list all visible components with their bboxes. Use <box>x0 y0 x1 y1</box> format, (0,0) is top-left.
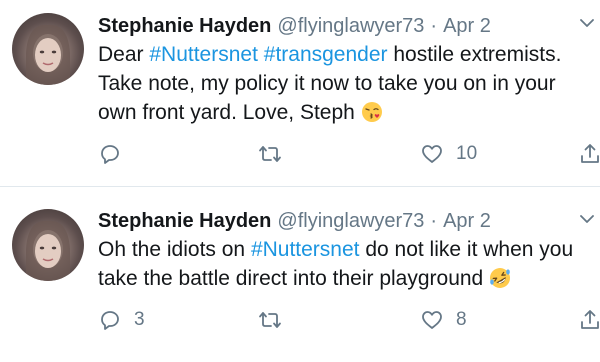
share-icon <box>581 310 599 329</box>
like-icon <box>422 145 442 163</box>
tweet-date[interactable]: Apr 2 <box>443 210 491 232</box>
retweet-button[interactable] <box>258 305 294 335</box>
face-blowing-kiss-emoji <box>361 102 382 122</box>
rolling-on-floor-laughing-emoji <box>490 268 511 288</box>
text-segment: Oh the idiots on <box>98 238 251 261</box>
tweet-actions: 3 8 <box>98 305 600 335</box>
author-handle[interactable]: @flyinglawyer73 <box>277 15 424 37</box>
tweet-header: Stephanie Hayden @flyinglawyer73 · Apr 2 <box>98 209 491 233</box>
text-segment: Take note, my policy it now to take you … <box>98 72 556 95</box>
like-count: 10 <box>456 143 478 164</box>
like-button[interactable]: 8 <box>420 305 467 335</box>
tweet-actions: 10 <box>98 139 600 169</box>
retweet-icon <box>259 146 281 162</box>
tweet-header: Stephanie Hayden @flyinglawyer73 · Apr 2 <box>98 14 491 38</box>
tweet-date[interactable]: Apr 2 <box>443 15 491 37</box>
caret-down-icon[interactable] <box>580 18 594 28</box>
reply-icon <box>101 145 119 164</box>
hashtag-link[interactable]: #transgender <box>264 43 388 66</box>
share-button[interactable] <box>578 139 600 169</box>
avatar[interactable] <box>12 209 84 281</box>
like-count: 8 <box>456 309 467 330</box>
author-name[interactable]: Stephanie Hayden <box>98 210 271 232</box>
text-segment: take the battle direct into their playgr… <box>98 267 484 290</box>
tweet-text-line: take the battle direct into their playgr… <box>98 264 598 293</box>
tweet-text: Oh the idiots on #Nuttersnet do not like… <box>98 235 598 293</box>
tweet[interactable]: Stephanie Hayden @flyinglawyer73 · Apr 2 Oh… <box>0 187 600 362</box>
tweet-text-line: Take note, my policy it now to take you … <box>98 69 598 98</box>
retweet-icon <box>259 312 281 328</box>
retweet-button[interactable] <box>258 139 294 169</box>
caret-down-icon[interactable] <box>580 214 594 224</box>
tweet-text-line: Dear #Nuttersnet #transgender hostile ex… <box>98 40 598 69</box>
author-name[interactable]: Stephanie Hayden <box>98 15 271 37</box>
tweet-text: Dear #Nuttersnet #transgender hostile ex… <box>98 40 598 127</box>
text-segment: Dear <box>98 43 150 66</box>
separator-dot: · <box>430 15 438 37</box>
share-button[interactable] <box>578 305 600 335</box>
text-segment: own front yard. Love, Steph <box>98 101 355 124</box>
reply-count: 3 <box>134 309 145 330</box>
like-icon <box>422 311 442 329</box>
reply-button[interactable] <box>98 139 134 169</box>
share-icon <box>581 144 599 163</box>
text-segment: hostile extremists. <box>387 43 562 66</box>
reply-button[interactable]: 3 <box>98 305 145 335</box>
separator-dot: · <box>430 210 438 232</box>
reply-icon <box>101 311 119 330</box>
text-segment: do not like it when you <box>359 238 574 261</box>
hashtag-link[interactable]: #Nuttersnet <box>149 43 258 66</box>
avatar[interactable] <box>12 13 84 85</box>
tweet[interactable]: Stephanie Hayden @flyinglawyer73 · Apr 2 De… <box>0 0 600 186</box>
tweet-text-line: Oh the idiots on #Nuttersnet do not like… <box>98 235 598 264</box>
like-button[interactable]: 10 <box>420 139 477 169</box>
tweet-text-line: own front yard. Love, Steph <box>98 98 598 127</box>
hashtag-link[interactable]: #Nuttersnet <box>251 238 360 261</box>
author-handle[interactable]: @flyinglawyer73 <box>277 210 424 232</box>
